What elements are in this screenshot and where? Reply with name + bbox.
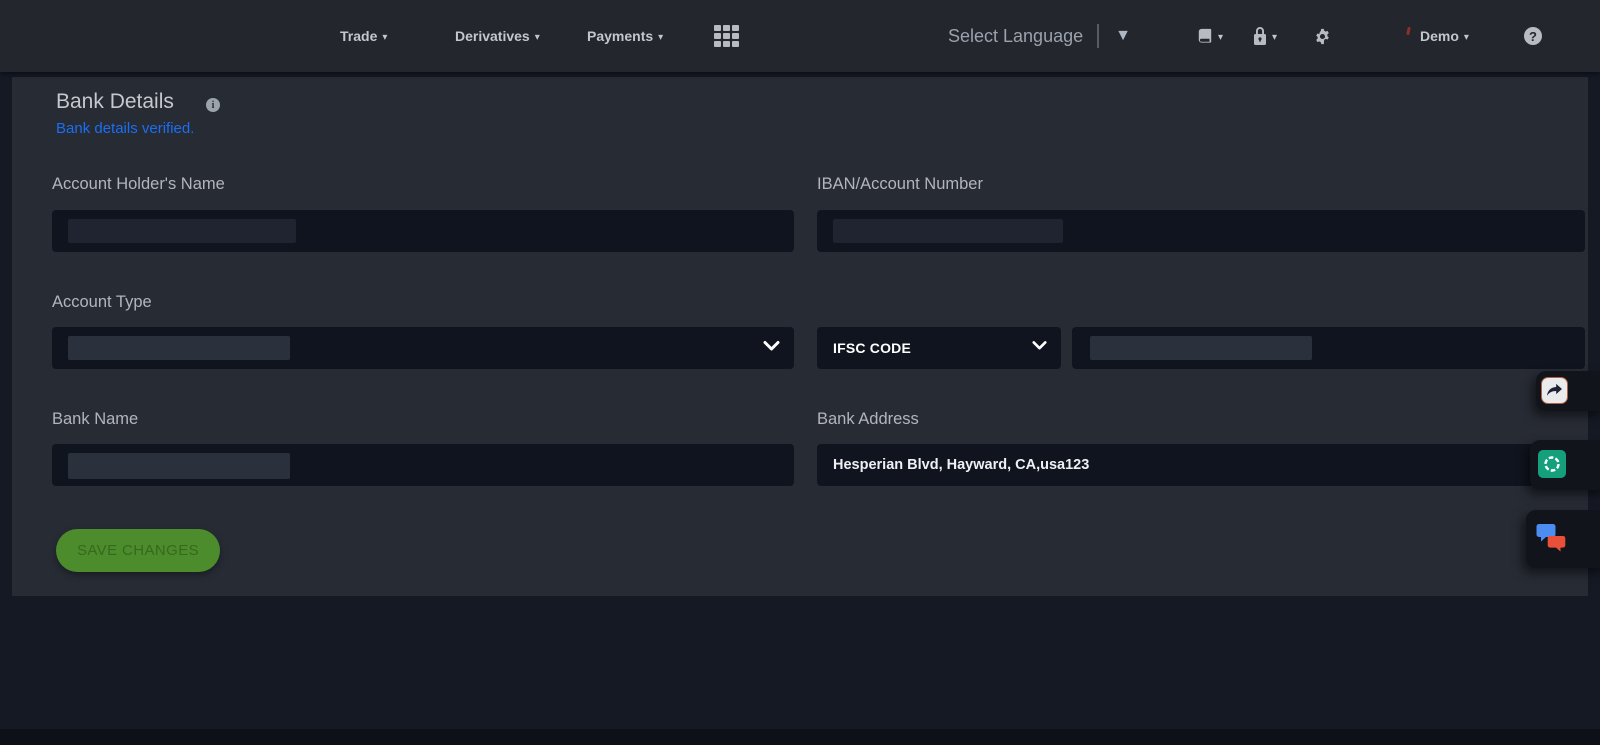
chevron-down-icon	[763, 340, 780, 352]
top-navbar: Trade ▾ Derivatives ▾ Payments ▾ Select …	[0, 0, 1600, 72]
ifsc-code-select[interactable]: IFSC CODE	[817, 327, 1061, 369]
book-menu[interactable]: ▾	[1196, 0, 1223, 72]
apps-grid-icon[interactable]	[714, 25, 740, 48]
chevron-down-icon: ▾	[1272, 32, 1277, 43]
share-button[interactable]	[1541, 377, 1568, 404]
language-selector[interactable]: Select Language ▼	[948, 0, 1131, 72]
bank-address-label: Bank Address	[817, 410, 919, 429]
redacted-value-block	[68, 219, 296, 243]
settings-button[interactable]	[1314, 0, 1331, 72]
account-type-label: Account Type	[52, 293, 152, 312]
redacted-value-block	[833, 219, 1063, 243]
share-widget-tab	[1536, 371, 1600, 411]
account-holder-label: Account Holder's Name	[52, 175, 225, 194]
chevron-down-icon	[1032, 340, 1047, 351]
ifsc-selected-option: IFSC CODE	[833, 327, 911, 369]
chatgpt-button[interactable]	[1538, 450, 1566, 478]
app-screen: Trade ▾ Derivatives ▾ Payments ▾ Select …	[0, 0, 1600, 745]
nav-menu-payments[interactable]: Payments ▾	[587, 0, 663, 72]
page-title: Bank Details	[56, 90, 174, 114]
nav-menu-trade[interactable]: Trade ▾	[340, 0, 387, 72]
lock-menu[interactable]: ▾	[1252, 0, 1277, 72]
bank-details-panel: Bank Details i Bank details verified. Ac…	[12, 77, 1588, 596]
nav-menu-derivatives-label: Derivatives	[455, 28, 530, 44]
nav-menu-payments-label: Payments	[587, 28, 653, 44]
redacted-value-block	[1090, 336, 1312, 360]
chevron-down-icon: ▾	[535, 32, 540, 43]
divider	[1097, 24, 1099, 48]
chatgpt-widget-tab	[1530, 440, 1600, 490]
demo-account-label: Demo	[1420, 28, 1459, 44]
iban-input[interactable]	[817, 210, 1585, 252]
bank-address-value: Hesperian Blvd, Hayward, CA,usa123	[833, 444, 1089, 486]
nav-menu-derivatives[interactable]: Derivatives ▾	[455, 0, 540, 72]
select-language-label[interactable]: Select Language	[948, 26, 1083, 47]
redacted-value-block	[68, 336, 290, 360]
chevron-down-icon: ▾	[1218, 32, 1223, 43]
chat-bubbles-button[interactable]	[1535, 522, 1569, 556]
nav-menu-trade-label: Trade	[340, 28, 377, 44]
iban-label: IBAN/Account Number	[817, 175, 983, 194]
chat-bubbles-icon	[1535, 522, 1569, 556]
help-icon: ?	[1524, 27, 1542, 45]
chevron-down-icon: ▾	[1464, 32, 1469, 43]
info-icon[interactable]: i	[206, 98, 220, 112]
ifsc-code-input[interactable]	[1072, 327, 1585, 369]
red-mark-icon	[1406, 27, 1411, 35]
book-icon	[1196, 28, 1214, 45]
chatgpt-logo-icon	[1542, 454, 1562, 474]
help-button[interactable]: ?	[1524, 0, 1542, 72]
bank-name-label: Bank Name	[52, 410, 138, 429]
language-dropdown-triangle-icon[interactable]: ▼	[1115, 27, 1131, 45]
padlock-icon	[1252, 27, 1268, 45]
chat-widget-tab	[1526, 510, 1600, 568]
chevron-down-icon: ▾	[658, 32, 663, 43]
bottom-strip	[0, 729, 1600, 745]
verified-status-text: Bank details verified.	[56, 120, 194, 137]
gear-icon	[1314, 28, 1331, 45]
bank-name-input[interactable]	[52, 444, 794, 486]
account-type-select[interactable]	[52, 327, 794, 369]
redacted-value-block	[68, 453, 290, 479]
nav-menu-demo[interactable]: Demo ▾	[1420, 0, 1469, 72]
chevron-down-icon: ▾	[382, 32, 387, 43]
account-holder-input[interactable]	[52, 210, 794, 252]
save-changes-button[interactable]: SAVE CHANGES	[56, 529, 220, 572]
bank-address-input[interactable]: Hesperian Blvd, Hayward, CA,usa123	[817, 444, 1585, 486]
share-arrow-icon	[1546, 383, 1563, 398]
